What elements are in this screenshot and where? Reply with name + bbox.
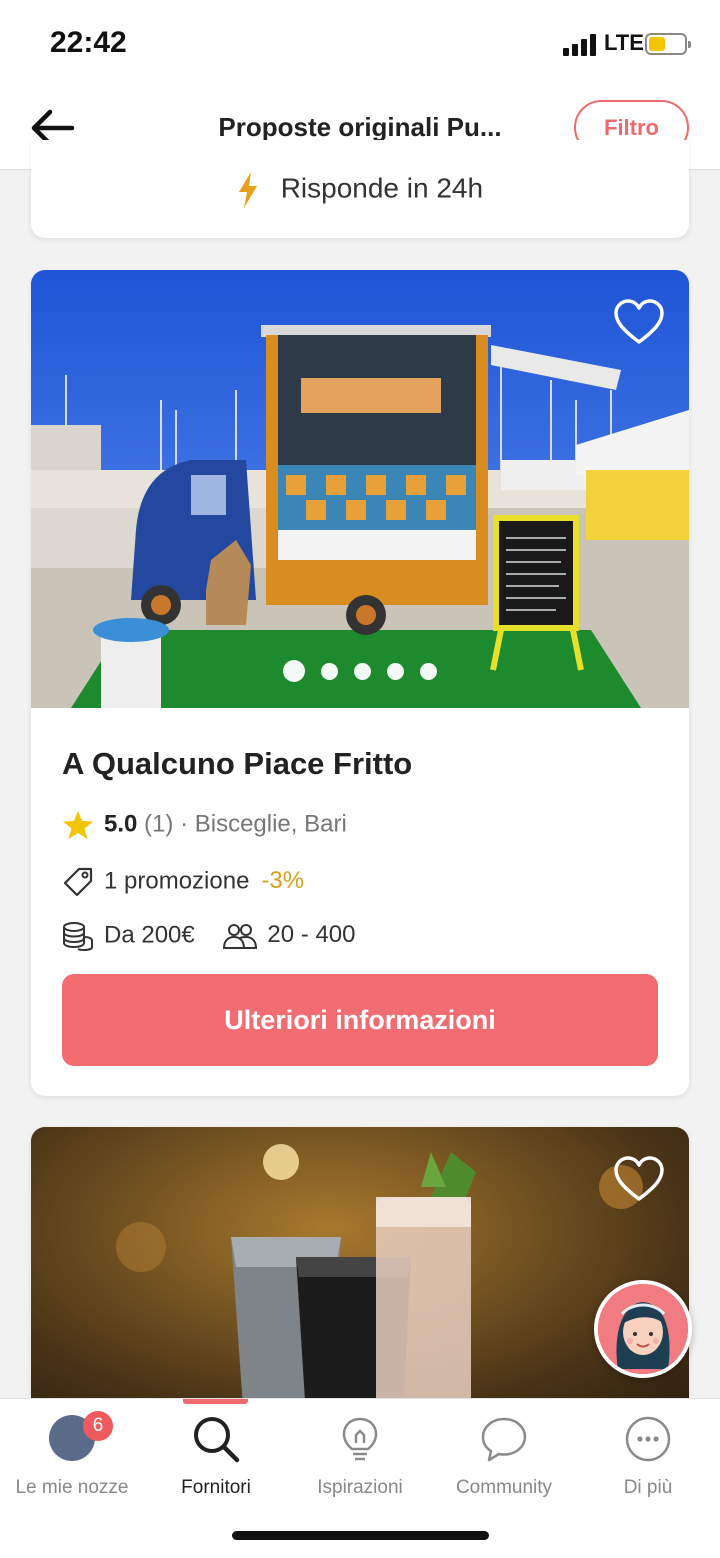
- lightning-bolt-icon: [238, 172, 257, 208]
- tag-icon: [63, 867, 93, 897]
- guests-icon: [223, 924, 258, 949]
- promotion-text: 1 promozione: [104, 867, 250, 895]
- guests-text: 20 - 400: [267, 921, 356, 949]
- response-time-row: Risponde in 24h: [31, 172, 689, 208]
- nav-label: Le mie nozze: [15, 1477, 129, 1498]
- previous-vendor-card[interactable]: Risponde in 24h: [31, 140, 689, 238]
- nav-label: Community: [455, 1477, 553, 1498]
- status-time: 22:42: [50, 26, 127, 59]
- price-guests-row: Da 200€ 20 - 400: [62, 921, 356, 951]
- response-time-text: Risponde in 24h: [280, 172, 484, 204]
- more-icon: [625, 1416, 671, 1462]
- favorite-button[interactable]: [613, 1155, 665, 1203]
- signal-icon: [563, 34, 599, 56]
- more-info-button[interactable]: Ulteriori informazioni: [62, 974, 658, 1066]
- status-bar: 22:42 LTE: [0, 0, 720, 88]
- pagination-dot[interactable]: [354, 663, 371, 680]
- active-tab-indicator: [183, 1399, 248, 1404]
- coins-icon: [63, 922, 93, 951]
- assistant-avatar-icon: [598, 1284, 688, 1374]
- avatar-icon: 6: [49, 1411, 113, 1461]
- page-title: Proposte originali Pu...: [218, 112, 502, 142]
- favorite-button[interactable]: [613, 298, 665, 346]
- pagination-dot[interactable]: [387, 663, 404, 680]
- heart-icon: [614, 1156, 664, 1201]
- promotion-row: 1 promozione -3%: [62, 866, 304, 898]
- battery-icon: [645, 33, 691, 55]
- rating-row: 5.0 (1) · Bisceglie, Bari: [62, 810, 347, 840]
- vendor-photo[interactable]: [31, 270, 689, 708]
- review-count: (1): [144, 810, 174, 838]
- assistant-chat-button[interactable]: [594, 1280, 692, 1378]
- nav-item-vendors[interactable]: Fornitori: [144, 1413, 288, 1513]
- home-indicator[interactable]: [232, 1531, 489, 1540]
- chat-bubble-icon: [481, 1417, 527, 1462]
- price-text: Da 200€: [104, 921, 195, 949]
- food-truck-photo: [31, 270, 689, 708]
- nav-label: Ispirazioni: [317, 1477, 403, 1498]
- pagination-dot[interactable]: [420, 663, 437, 680]
- nav-item-more[interactable]: Di più: [576, 1413, 720, 1513]
- vendor-card[interactable]: A Qualcuno Piace Fritto 5.0 (1) · Bisceg…: [31, 270, 689, 1096]
- nav-item-my-wedding[interactable]: 6 Le mie nozze: [0, 1411, 144, 1513]
- nav-item-inspiration[interactable]: Ispirazioni: [288, 1413, 432, 1513]
- nav-item-community[interactable]: Community: [432, 1413, 576, 1513]
- star-icon: [63, 811, 93, 839]
- search-icon: [194, 1417, 240, 1463]
- photo-pagination: [31, 660, 689, 685]
- heart-icon: [614, 299, 664, 344]
- pagination-dot[interactable]: [283, 660, 305, 682]
- nav-label: Fornitori: [181, 1477, 251, 1498]
- promotion-discount: -3%: [261, 867, 305, 895]
- nav-label: Di più: [623, 1477, 673, 1498]
- rating-value: 5.0: [104, 810, 138, 838]
- vendor-name[interactable]: A Qualcuno Piace Fritto: [62, 746, 412, 782]
- pagination-dot[interactable]: [321, 663, 338, 680]
- vendor-location: · Bisceglie, Bari: [180, 810, 347, 838]
- notification-badge: 6: [83, 1411, 113, 1441]
- network-label: LTE: [604, 30, 644, 55]
- lightbulb-icon: [342, 1417, 378, 1461]
